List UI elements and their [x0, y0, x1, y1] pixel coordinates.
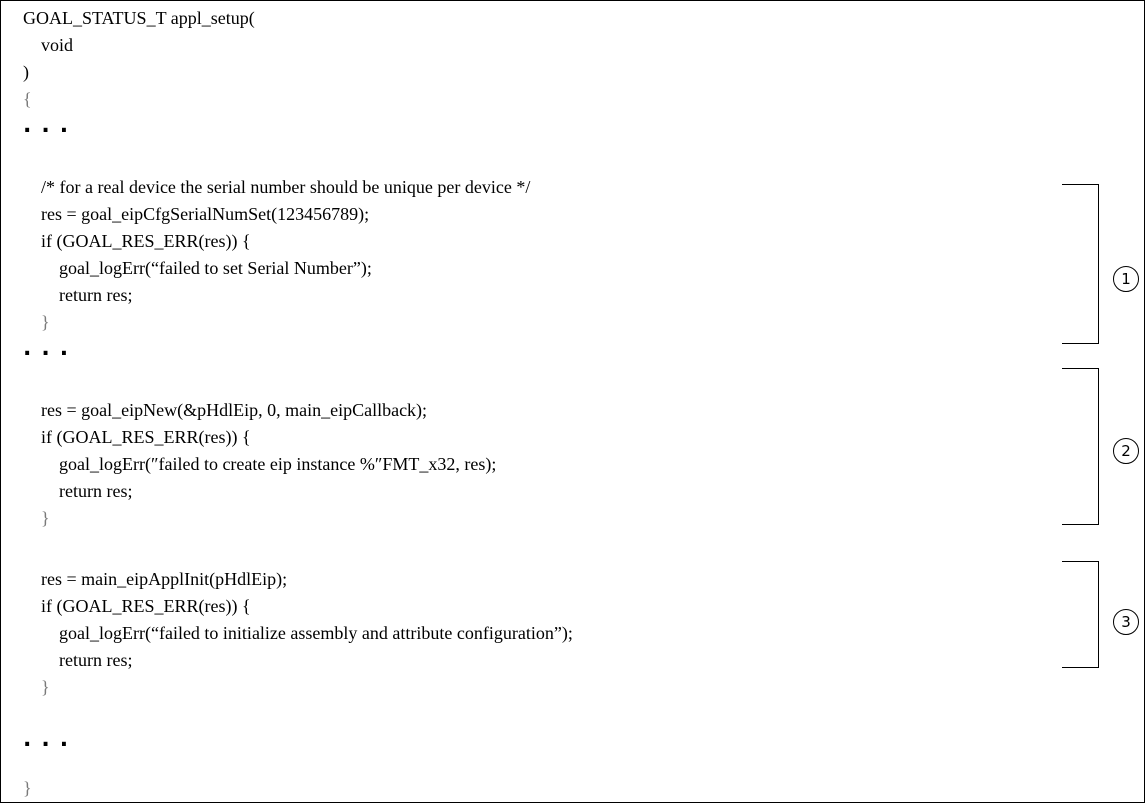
log-eip-error: goal_logErr(″failed to create eip instan…: [23, 454, 497, 474]
bracket-3: [1062, 561, 1099, 668]
open-brace: {: [23, 89, 32, 109]
bracket-1: [1062, 184, 1099, 344]
inner-close-brace-3: }: [23, 677, 50, 697]
return-res-1: return res;: [23, 285, 133, 305]
ellipsis-1: ...: [23, 113, 79, 138]
return-res-2: return res;: [23, 481, 133, 501]
close-paren: ): [23, 62, 29, 82]
return-res-3: return res;: [23, 650, 133, 670]
log-serial-error: goal_logErr(“failed to set Serial Number…: [23, 258, 372, 278]
serial-number-call: res = goal_eipCfgSerialNumSet(123456789)…: [23, 204, 370, 224]
log-assembly-error: goal_logErr(“failed to initialize assemb…: [23, 623, 573, 643]
if-check-1: if (GOAL_RES_ERR(res)) {: [23, 231, 251, 251]
ellipsis-2: ...: [23, 336, 79, 361]
close-brace: }: [23, 778, 32, 798]
inner-close-brace-2: }: [23, 508, 50, 528]
code-listing-frame: GOAL_STATUS_T appl_setup( void ) { ... /…: [0, 0, 1145, 803]
function-param: void: [23, 35, 74, 55]
inner-close-brace-1: }: [23, 312, 50, 332]
if-check-2: if (GOAL_RES_ERR(res)) {: [23, 427, 251, 447]
appl-init-call: res = main_eipApplInit(pHdlEip);: [23, 569, 288, 589]
if-check-3: if (GOAL_RES_ERR(res)) {: [23, 596, 251, 616]
function-signature: GOAL_STATUS_T appl_setup(: [23, 8, 255, 28]
circled-marker-2: 2: [1113, 438, 1139, 464]
circled-marker-1: 1: [1113, 266, 1139, 292]
circled-marker-3: 3: [1113, 609, 1139, 635]
ellipsis-3: ...: [23, 727, 79, 752]
serial-comment: /* for a real device the serial number s…: [23, 177, 531, 197]
eip-new-call: res = goal_eipNew(&pHdlEip, 0, main_eipC…: [23, 400, 428, 420]
bracket-2: [1062, 368, 1099, 525]
